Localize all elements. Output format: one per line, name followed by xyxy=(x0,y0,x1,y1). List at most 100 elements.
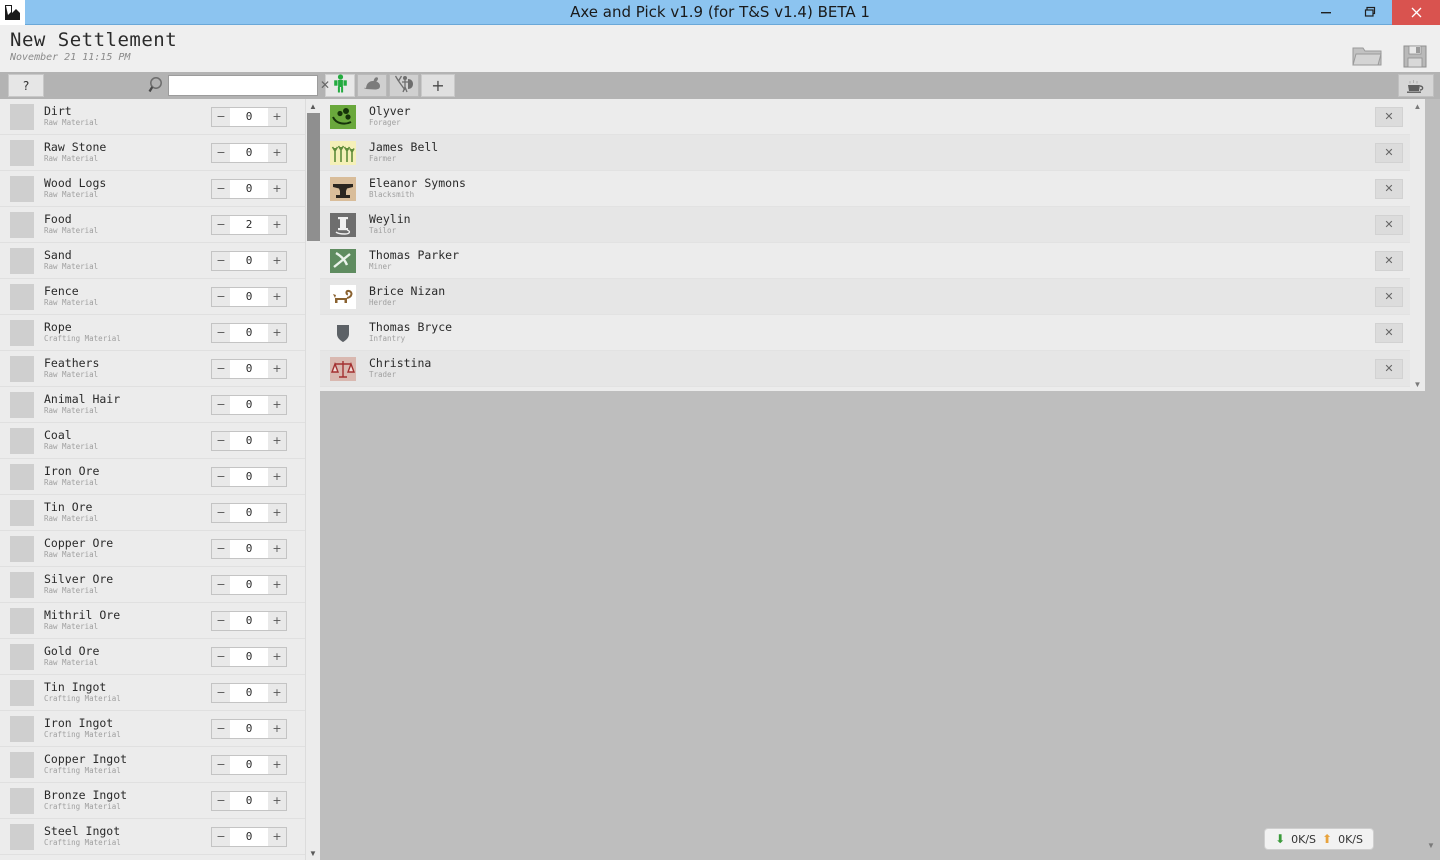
tab-soldiers[interactable] xyxy=(389,74,419,97)
increment-button[interactable]: + xyxy=(268,215,286,234)
resource-row[interactable]: Iron Ore Raw Material −0 + xyxy=(0,459,305,495)
resource-row[interactable]: Mithril Ore Raw Material −0 + xyxy=(0,603,305,639)
resource-row[interactable]: Gold Ore Raw Material −0 + xyxy=(0,639,305,675)
resource-row[interactable]: Fence Raw Material −0 + xyxy=(0,279,305,315)
tab-animals[interactable] xyxy=(357,74,387,97)
resource-value[interactable]: 0 xyxy=(230,611,268,630)
close-button[interactable] xyxy=(1392,0,1440,25)
resource-row[interactable]: Animal Hair Raw Material −0 + xyxy=(0,387,305,423)
resource-row[interactable]: Steel Ingot Crafting Material −0 + xyxy=(0,819,305,855)
character-row[interactable]: Thomas Parker Miner ✕ xyxy=(320,243,1425,279)
resource-value[interactable]: 0 xyxy=(230,683,268,702)
remove-character-button[interactable]: ✕ xyxy=(1375,358,1403,379)
character-row[interactable]: James Bell Farmer ✕ xyxy=(320,135,1425,171)
decrement-button[interactable]: − xyxy=(212,143,230,162)
increment-button[interactable]: + xyxy=(268,683,286,702)
increment-button[interactable]: + xyxy=(268,143,286,162)
resource-value[interactable]: 2 xyxy=(230,215,268,234)
character-row[interactable]: Thomas Bryce Infantry ✕ xyxy=(320,315,1425,351)
increment-button[interactable]: + xyxy=(268,791,286,810)
decrement-button[interactable]: − xyxy=(212,503,230,522)
character-row[interactable]: Weylin Tailor ✕ xyxy=(320,207,1425,243)
tab-add[interactable]: + xyxy=(421,74,455,97)
resource-value[interactable]: 0 xyxy=(230,467,268,486)
increment-button[interactable]: + xyxy=(268,179,286,198)
resource-stepper[interactable]: −0 + xyxy=(211,322,287,343)
remove-character-button[interactable]: ✕ xyxy=(1375,214,1403,235)
resource-value[interactable]: 0 xyxy=(230,791,268,810)
resource-value[interactable]: 0 xyxy=(230,107,268,126)
remove-character-button[interactable]: ✕ xyxy=(1375,106,1403,127)
restore-button[interactable] xyxy=(1348,0,1392,25)
help-button[interactable]: ? xyxy=(8,74,44,97)
resource-row[interactable]: Tin Ingot Crafting Material −0 + xyxy=(0,675,305,711)
resource-value[interactable]: 0 xyxy=(230,431,268,450)
resource-stepper[interactable]: −0 + xyxy=(211,538,287,559)
resource-scrollbar[interactable]: ▲ ▼ xyxy=(305,99,320,860)
resource-value[interactable]: 0 xyxy=(230,575,268,594)
decrement-button[interactable]: − xyxy=(212,359,230,378)
resource-value[interactable]: 0 xyxy=(230,287,268,306)
resource-stepper[interactable]: −0 + xyxy=(211,574,287,595)
search-box[interactable]: ✕ xyxy=(168,74,330,96)
resource-stepper[interactable]: −0 + xyxy=(211,106,287,127)
increment-button[interactable]: + xyxy=(268,755,286,774)
resource-stepper[interactable]: −0 + xyxy=(211,250,287,271)
remove-character-button[interactable]: ✕ xyxy=(1375,142,1403,163)
resource-row[interactable]: Sand Raw Material −0 + xyxy=(0,243,305,279)
resource-stepper[interactable]: −0 + xyxy=(211,682,287,703)
increment-button[interactable]: + xyxy=(268,827,286,846)
folder-open-icon[interactable] xyxy=(1350,39,1384,73)
resource-value[interactable]: 0 xyxy=(230,395,268,414)
resource-value[interactable]: 0 xyxy=(230,179,268,198)
resource-value[interactable]: 0 xyxy=(230,503,268,522)
resource-row[interactable]: Copper Ingot Crafting Material −0 + xyxy=(0,747,305,783)
character-row[interactable]: Brice Nizan Herder ✕ xyxy=(320,279,1425,315)
decrement-button[interactable]: − xyxy=(212,791,230,810)
resource-value[interactable]: 0 xyxy=(230,251,268,270)
search-input[interactable] xyxy=(173,76,320,94)
resource-value[interactable]: 0 xyxy=(230,143,268,162)
resource-value[interactable]: 0 xyxy=(230,827,268,846)
resource-stepper[interactable]: −0 + xyxy=(211,826,287,847)
scroll-up-arrow-icon[interactable]: ▲ xyxy=(306,99,320,113)
increment-button[interactable]: + xyxy=(268,503,286,522)
resource-row[interactable]: Silver Ore Raw Material −0 + xyxy=(0,567,305,603)
resource-stepper[interactable]: −0 + xyxy=(211,790,287,811)
resource-value[interactable]: 0 xyxy=(230,539,268,558)
increment-button[interactable]: + xyxy=(268,251,286,270)
decrement-button[interactable]: − xyxy=(212,611,230,630)
resource-stepper[interactable]: −0 + xyxy=(211,358,287,379)
decrement-button[interactable]: − xyxy=(212,107,230,126)
resource-row[interactable]: Dirt Raw Material −0 + xyxy=(0,99,305,135)
search-clear-button[interactable]: ✕ xyxy=(320,79,330,91)
resource-row[interactable]: Food Raw Material −2 + xyxy=(0,207,305,243)
resource-value[interactable]: 0 xyxy=(230,647,268,666)
decrement-button[interactable]: − xyxy=(212,287,230,306)
char-scroll-up-arrow-icon[interactable]: ▲ xyxy=(1410,99,1425,113)
resource-value[interactable]: 0 xyxy=(230,323,268,342)
increment-button[interactable]: + xyxy=(268,647,286,666)
remove-character-button[interactable]: ✕ xyxy=(1375,322,1403,343)
resource-value[interactable]: 0 xyxy=(230,755,268,774)
resource-row[interactable]: Bronze Ingot Crafting Material −0 + xyxy=(0,783,305,819)
character-row[interactable]: Olyver Forager ✕ xyxy=(320,99,1425,135)
decrement-button[interactable]: − xyxy=(212,215,230,234)
decrement-button[interactable]: − xyxy=(212,683,230,702)
decrement-button[interactable]: − xyxy=(212,575,230,594)
increment-button[interactable]: + xyxy=(268,107,286,126)
remove-character-button[interactable]: ✕ xyxy=(1375,178,1403,199)
resource-row[interactable]: Rope Crafting Material −0 + xyxy=(0,315,305,351)
resource-stepper[interactable]: −0 + xyxy=(211,394,287,415)
resource-stepper[interactable]: −0 + xyxy=(211,754,287,775)
increment-button[interactable]: + xyxy=(268,575,286,594)
increment-button[interactable]: + xyxy=(268,323,286,342)
resource-value[interactable]: 0 xyxy=(230,719,268,738)
decrement-button[interactable]: − xyxy=(212,719,230,738)
decrement-button[interactable]: − xyxy=(212,395,230,414)
resource-row[interactable]: Raw Stone Raw Material −0 + xyxy=(0,135,305,171)
increment-button[interactable]: + xyxy=(268,611,286,630)
decrement-button[interactable]: − xyxy=(212,647,230,666)
character-row[interactable]: Christina Trader ✕ xyxy=(320,351,1425,387)
decrement-button[interactable]: − xyxy=(212,755,230,774)
